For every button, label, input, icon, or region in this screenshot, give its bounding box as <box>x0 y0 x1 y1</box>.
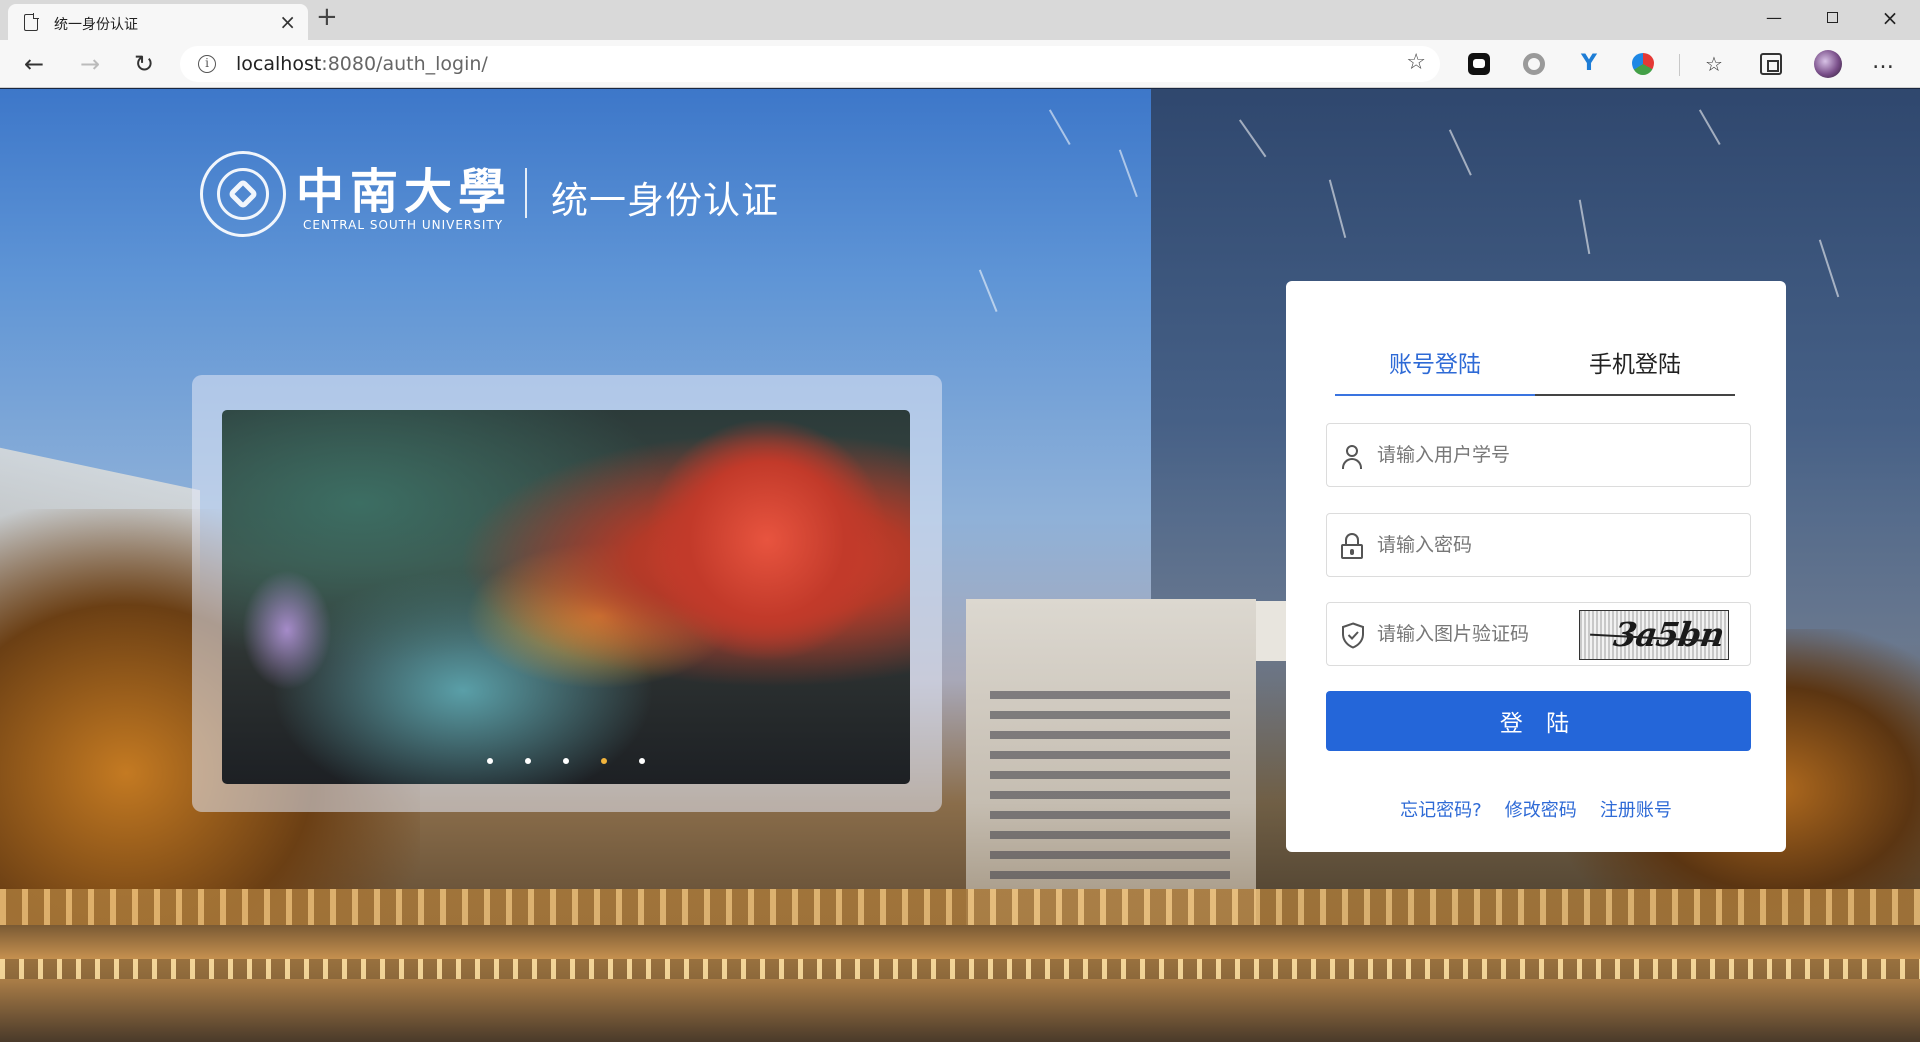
carousel-image[interactable] <box>222 410 910 784</box>
university-name: 中南大學 <box>296 164 513 220</box>
shield-check-icon-svg <box>1342 622 1364 649</box>
university-name-english: CENTRAL SOUTH UNIVERSITY <box>303 218 504 232</box>
password-field <box>1326 513 1751 577</box>
extension-circle-icon[interactable] <box>1523 53 1545 75</box>
building-windows <box>990 679 1230 889</box>
star-trail <box>1119 149 1138 197</box>
url-text[interactable]: localhost:8080/auth_login/ <box>236 53 488 75</box>
forward-button[interactable]: → <box>74 48 106 80</box>
shield-check-icon <box>1339 622 1365 649</box>
lock-icon <box>1339 533 1365 559</box>
change-password-link[interactable]: 修改密码 <box>1505 796 1577 822</box>
more-menu-icon[interactable]: … <box>1872 51 1894 75</box>
login-tabs: 账号登陆 手机登陆 <box>1335 345 1735 379</box>
tab-title: 统一身份认证 <box>54 17 138 33</box>
password-input[interactable] <box>1377 528 1737 562</box>
background-reflection <box>0 959 1920 979</box>
username-field <box>1326 423 1751 487</box>
restore-icon <box>1826 12 1838 23</box>
emblem-core <box>227 178 259 210</box>
tab-account-login[interactable]: 账号登陆 <box>1335 345 1535 379</box>
lock-icon-body <box>1341 544 1363 559</box>
university-emblem-icon <box>200 151 286 237</box>
site-info-icon[interactable]: i <box>198 55 216 73</box>
url-path: :8080/auth_login/ <box>321 53 488 75</box>
system-title: 统一身份认证 <box>551 179 779 222</box>
carousel-dot[interactable] <box>563 758 569 764</box>
carousel-purple-flowers <box>242 570 332 690</box>
logo-divider <box>525 168 527 218</box>
extension-icon[interactable] <box>1468 53 1490 75</box>
active-tab-indicator <box>1335 394 1535 396</box>
back-button[interactable]: ← <box>18 48 50 80</box>
account-links: 忘记密码? 修改密码 注册账号 <box>1286 796 1786 822</box>
captcha-field: 3a5bn <box>1326 602 1751 666</box>
star-trail <box>979 269 998 312</box>
browser-tab[interactable]: 统一身份认证 × <box>8 4 308 40</box>
toolbar-separator <box>1679 54 1680 76</box>
tab-close-icon[interactable]: × <box>279 10 296 34</box>
restore-button[interactable] <box>1812 4 1852 32</box>
address-toolbar: ← → ↻ i localhost:8080/auth_login/ ☆ Y ☆… <box>0 40 1920 88</box>
carousel-dot[interactable] <box>601 758 607 764</box>
carousel-dot[interactable] <box>525 758 531 764</box>
user-icon-body <box>1342 458 1362 469</box>
login-card: 账号登陆 手机登陆 3a5bn 登 陆 忘记密码? <box>1286 281 1786 852</box>
carousel-indicators <box>222 749 910 768</box>
new-tab-button[interactable]: + <box>316 2 338 32</box>
collections-icon[interactable] <box>1760 53 1782 75</box>
extension-v-icon[interactable]: Y <box>1578 53 1600 75</box>
user-icon-head <box>1346 445 1358 457</box>
captcha-image[interactable]: 3a5bn <box>1579 610 1729 660</box>
favorites-icon[interactable]: ☆ <box>1703 53 1725 75</box>
address-bar[interactable]: i localhost:8080/auth_login/ ☆ <box>180 46 1440 82</box>
emblem-ring <box>217 168 269 220</box>
browser-tab-strip: 统一身份认证 × + — × <box>0 0 1920 40</box>
user-icon <box>1339 443 1365 469</box>
extension-shield-icon[interactable] <box>1632 53 1654 75</box>
login-button[interactable]: 登 陆 <box>1326 691 1751 751</box>
tab-phone-login[interactable]: 手机登陆 <box>1535 345 1735 379</box>
captcha-code: 3a5bn <box>1611 615 1727 654</box>
page-icon <box>24 13 39 31</box>
star-trail <box>1049 109 1071 145</box>
username-input[interactable] <box>1377 438 1737 472</box>
profile-avatar[interactable] <box>1814 50 1842 78</box>
minimize-button[interactable]: — <box>1754 4 1794 32</box>
url-host: localhost <box>236 53 322 75</box>
carousel-red-foliage <box>642 420 892 660</box>
carousel-dot[interactable] <box>639 758 645 764</box>
forgot-password-link[interactable]: 忘记密码? <box>1400 796 1482 822</box>
register-account-link[interactable]: 注册账号 <box>1600 796 1672 822</box>
carousel-dot[interactable] <box>487 758 493 764</box>
close-window-button[interactable]: × <box>1870 4 1910 32</box>
background-bridge <box>0 889 1920 925</box>
background-water <box>0 925 1920 1042</box>
favorite-star-icon[interactable]: ☆ <box>1406 50 1426 75</box>
reload-button[interactable]: ↻ <box>128 48 160 80</box>
